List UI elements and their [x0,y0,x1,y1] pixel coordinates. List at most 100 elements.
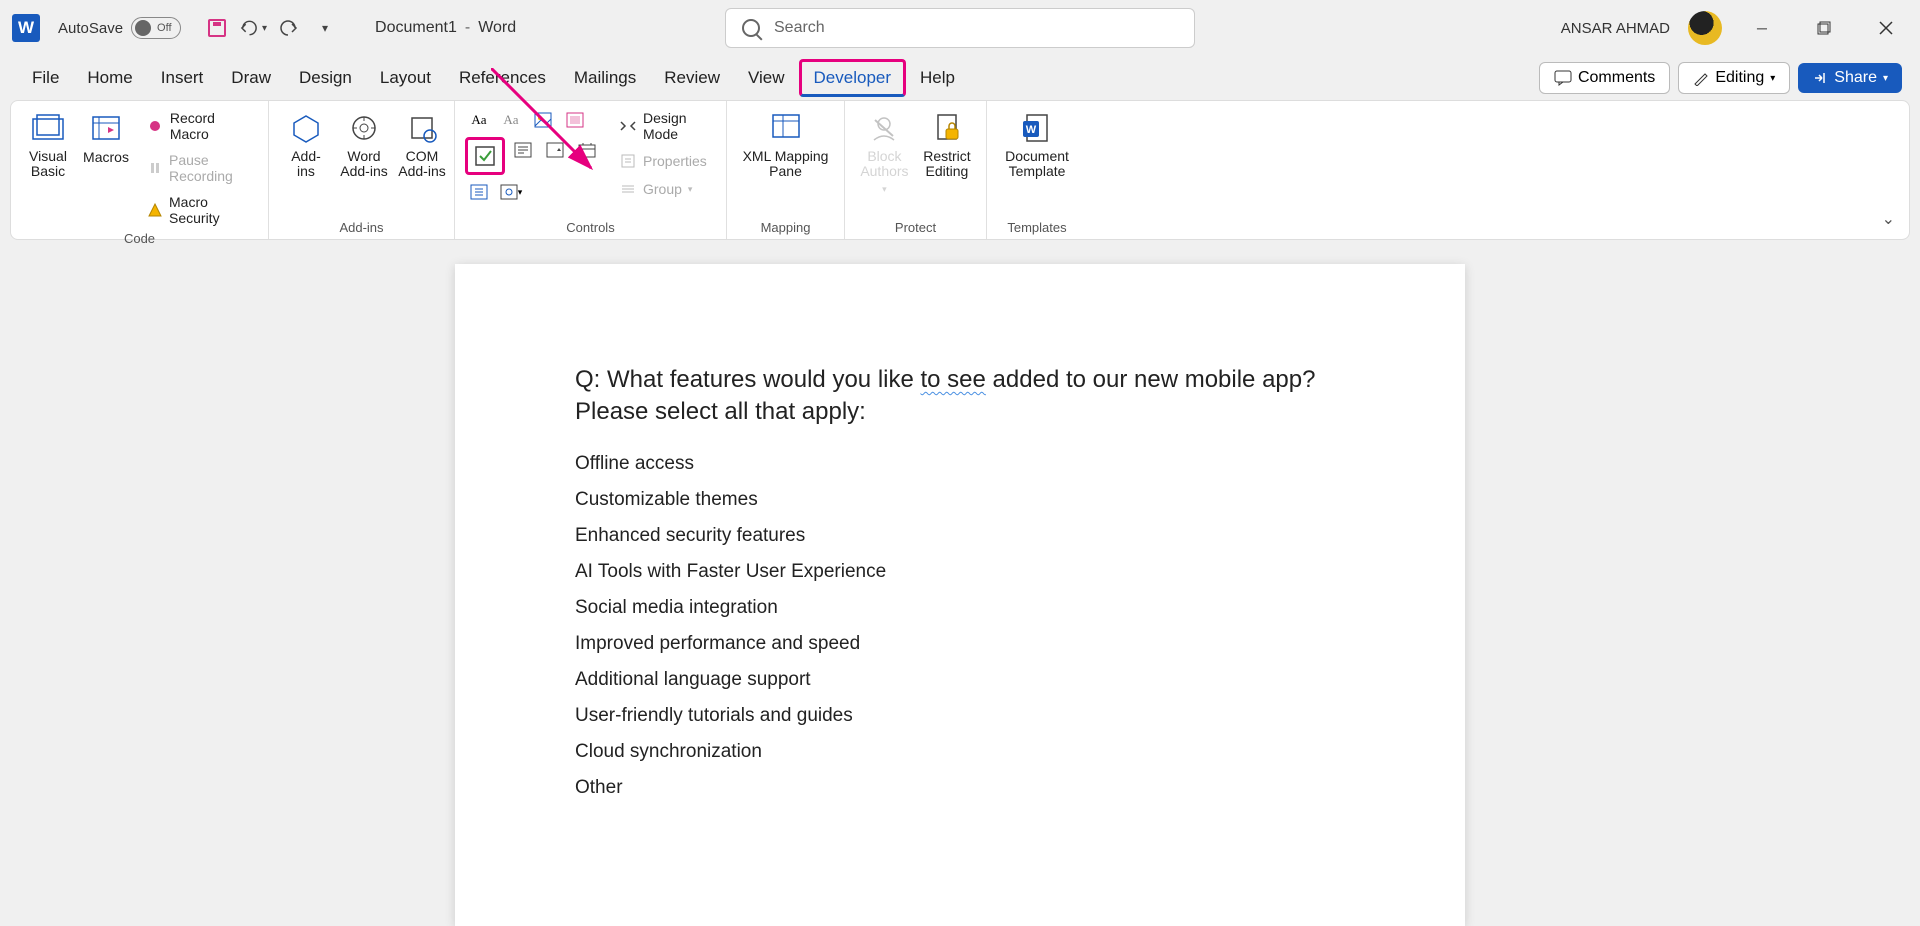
restrict-editing-button[interactable]: Restrict Editing [918,107,976,184]
tab-insert[interactable]: Insert [147,60,218,96]
pause-recording-button: Pause Recording [141,149,258,187]
restrict-editing-label: Restrict Editing [923,149,970,180]
option-item: Cloud synchronization [575,741,1345,763]
tab-file[interactable]: File [18,60,73,96]
word-addins-button[interactable]: Word Add-ins [337,107,391,184]
tab-mailings[interactable]: Mailings [560,60,650,96]
picture-control-button[interactable] [529,107,557,133]
editing-label: Editing [1715,69,1764,87]
tab-draw[interactable]: Draw [217,60,285,96]
question-prefix: Q: What features would you like [575,366,921,393]
word-addins-label: Word Add-ins [340,149,387,180]
search-icon [742,19,760,37]
tab-home[interactable]: Home [73,60,146,96]
undo-button[interactable]: ▾ [239,14,267,42]
maximize-button[interactable] [1802,13,1846,43]
svg-text:W: W [1026,124,1037,136]
question-text: Q: What features would you like to see a… [575,364,1345,429]
toggle-knob [135,20,151,36]
group-button: Group ▾ [613,177,716,201]
autosave-state: Off [157,22,171,34]
document-page[interactable]: Q: What features would you like to see a… [455,264,1465,926]
record-macro-button[interactable]: Record Macro [141,107,258,145]
share-button[interactable]: Share ▾ [1798,63,1902,93]
option-item: Offline access [575,453,1345,475]
app-name: Word [478,19,516,37]
addins-button[interactable]: Add- ins [279,107,333,184]
editing-mode-button[interactable]: Editing ▾ [1678,62,1790,94]
record-macro-label: Record Macro [170,110,252,142]
visual-basic-label: Visual Basic [29,149,67,180]
macro-security-label: Macro Security [169,194,252,226]
macros-label: Macros [83,149,129,165]
redo-button[interactable] [275,14,303,42]
share-label: Share [1834,69,1877,87]
date-picker-control-button[interactable] [573,137,601,163]
option-item: Customizable themes [575,489,1345,511]
tab-help[interactable]: Help [906,60,969,96]
option-item: Improved performance and speed [575,633,1345,655]
xml-mapping-label: XML Mapping Pane [743,149,829,180]
save-button[interactable] [203,14,231,42]
addins-label: Add- ins [291,149,321,180]
document-title: Document1 - Word [375,19,516,37]
properties-label: Properties [643,153,707,169]
autosave-toggle[interactable]: Off [131,17,181,39]
search-box[interactable]: Search [725,8,1195,48]
document-template-button[interactable]: W Document Template [997,107,1077,184]
tab-developer[interactable]: Developer [799,59,907,97]
avatar[interactable] [1688,11,1722,45]
macro-security-button[interactable]: Macro Security [141,191,258,229]
word-logo: W [12,14,40,42]
checkbox-control-button[interactable] [465,137,505,175]
collapse-ribbon-button[interactable]: ⌄ [1882,209,1895,229]
tab-design[interactable]: Design [285,60,366,96]
ribbon: Visual Basic Macros Record Macro Pause R… [10,100,1910,240]
plain-text-control-button[interactable]: Aa [497,107,525,133]
design-mode-label: Design Mode [643,110,710,142]
properties-button: Properties [613,149,716,173]
group-addins-label: Add-ins [279,218,444,235]
search-placeholder: Search [774,19,825,37]
option-item: Other [575,777,1345,799]
combobox-control-button[interactable] [509,137,537,163]
rich-text-control-button[interactable]: Aa [465,107,493,133]
tab-view[interactable]: View [734,60,799,96]
ribbon-tabs: File Home Insert Draw Design Layout Refe… [0,56,1920,100]
qat-customize[interactable]: ▾ [311,14,339,42]
legacy-tools-button[interactable]: ▾ [497,179,525,205]
close-button[interactable] [1864,13,1908,43]
option-item: Enhanced security features [575,525,1345,547]
group-mapping-label: Mapping [737,218,834,235]
group-protect-label: Protect [855,218,976,235]
tab-references[interactable]: References [445,60,560,96]
tab-layout[interactable]: Layout [366,60,445,96]
autosave-label: AutoSave [58,20,123,37]
document-template-label: Document Template [1005,149,1069,180]
dropdown-control-button[interactable] [541,137,569,163]
tab-review[interactable]: Review [650,60,734,96]
repeating-section-control-button[interactable] [465,179,493,205]
comments-button[interactable]: Comments [1539,62,1670,94]
com-addins-label: COM Add-ins [398,149,445,180]
pause-recording-label: Pause Recording [169,152,252,184]
minimize-button[interactable]: ─ [1740,13,1784,43]
group-btn-label: Group [643,181,682,197]
visual-basic-button[interactable]: Visual Basic [21,107,75,184]
document-area: Q: What features would you like to see a… [0,264,1920,926]
option-item: Social media integration [575,597,1345,619]
group-templates-label: Templates [997,218,1077,235]
option-item: AI Tools with Faster User Experience [575,561,1345,583]
macros-button[interactable]: Macros [79,107,133,169]
design-mode-button[interactable]: Design Mode [613,107,716,145]
com-addins-button[interactable]: COM Add-ins [395,107,449,184]
option-item: Additional language support [575,669,1345,691]
group-controls-label: Controls [465,218,716,235]
group-code-label: Code [21,229,258,246]
block-authors-button[interactable]: Block Authors ▾ [855,107,914,199]
option-item: User-friendly tutorials and guides [575,705,1345,727]
xml-mapping-pane-button[interactable]: XML Mapping Pane [737,107,834,184]
question-grammar-squiggle: to see [921,366,986,393]
comments-label: Comments [1578,69,1655,87]
building-block-control-button[interactable] [561,107,589,133]
